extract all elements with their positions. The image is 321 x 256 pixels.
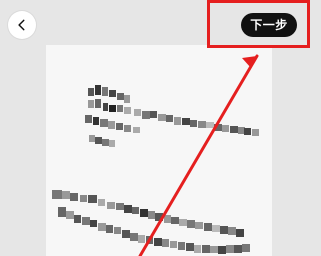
chevron-left-icon <box>15 18 29 32</box>
screen: 下一步 <box>0 0 321 256</box>
signature-preview <box>46 45 272 256</box>
mosaic-image <box>46 45 272 256</box>
next-button[interactable]: 下一步 <box>241 13 297 37</box>
back-button[interactable] <box>8 11 36 39</box>
top-bar: 下一步 <box>0 0 321 48</box>
